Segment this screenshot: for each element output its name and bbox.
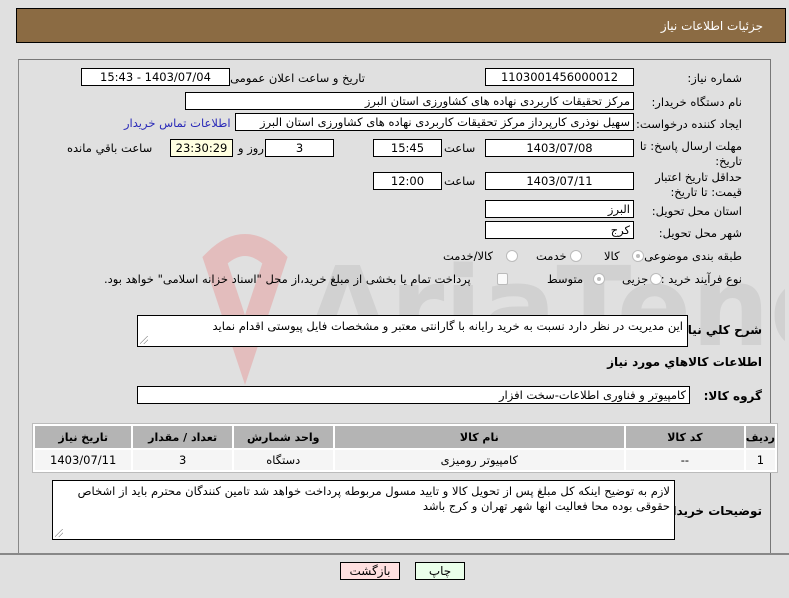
price-time-label: ساعت bbox=[444, 174, 476, 188]
col-header-unit: واحد شمارش bbox=[233, 426, 333, 448]
remaining-label: ساعت باقي مانده bbox=[67, 141, 153, 155]
table-header-row: ردیف کد کالا نام کالا واحد شمارش تعداد /… bbox=[35, 426, 775, 448]
reply-deadline-label: مهلت ارسال پاسخ: تا تاریخ: bbox=[639, 139, 742, 168]
table-row: 1 -- کامپیوتر رومیزی دستگاه 3 1403/07/11 bbox=[35, 450, 775, 470]
purchase-type-label: نوع فرآیند خرید : bbox=[660, 272, 742, 286]
reply-time-label: ساعت bbox=[444, 141, 476, 155]
cell-unit: دستگاه bbox=[233, 450, 333, 470]
goods-section-title: اطلاعات کالاهاي مورد نیاز bbox=[607, 355, 762, 369]
resize-grip-icon[interactable] bbox=[55, 529, 63, 537]
goods-group-field: کامپیوتر و فناوری اطلاعات-سخت افزار bbox=[137, 386, 690, 404]
buyer-org-field: مرکز تحقیقات کاربردی نهاده های کشاورزی ا… bbox=[185, 92, 634, 110]
col-header-date: تاریخ نیاز bbox=[35, 426, 132, 448]
cell-qty: 3 bbox=[133, 450, 232, 470]
col-header-row-num: ردیف bbox=[745, 426, 775, 448]
days-label: روز و bbox=[238, 141, 264, 155]
divider bbox=[0, 553, 789, 555]
purchase-radio-medium[interactable] bbox=[593, 273, 605, 285]
requester-field: سهیل نوذری کارپرداز مرکز تحقیقات کاربردی… bbox=[235, 113, 634, 131]
city-field: کرج bbox=[485, 221, 634, 239]
buyer-notes-label: توضیحات خریدار: bbox=[660, 504, 762, 518]
resize-grip-icon[interactable] bbox=[140, 336, 148, 344]
back-button[interactable]: بازگشت bbox=[340, 562, 400, 580]
col-header-code: کد کالا bbox=[626, 426, 744, 448]
page-title: جزئيات اطلاعات نیاز bbox=[660, 19, 763, 33]
treasury-note: پرداخت تمام یا بخشی از مبلغ خرید،از محل … bbox=[104, 272, 471, 286]
category-option-service: خدمت bbox=[536, 249, 567, 263]
buyer-notes-text: لازم به توضیح اینکه کل مبلغ پس از تحویل … bbox=[77, 484, 670, 513]
cell-name: کامپیوتر رومیزی bbox=[334, 450, 624, 470]
remaining-days: 3 bbox=[265, 139, 334, 157]
purchase-option-minor: جزیی bbox=[622, 272, 649, 286]
cell-code: -- bbox=[626, 450, 744, 470]
cell-date: 1403/07/11 bbox=[35, 450, 132, 470]
requester-label: ایجاد کننده درخواست: bbox=[636, 117, 742, 131]
buyer-org-label: نام دستگاه خریدار: bbox=[651, 95, 742, 109]
col-header-name: نام کالا bbox=[334, 426, 624, 448]
category-radio-goods[interactable] bbox=[632, 250, 644, 262]
treasury-checkbox[interactable] bbox=[497, 273, 508, 285]
category-option-goods: کالا bbox=[604, 249, 620, 263]
need-number-label: شماره نیاز: bbox=[687, 71, 742, 85]
description-text: این مدیریت در نظر دارد نسبت به خرید رایا… bbox=[212, 319, 683, 333]
page-header: جزئيات اطلاعات نیاز bbox=[16, 8, 786, 43]
purchase-option-medium: متوسط bbox=[547, 272, 584, 286]
price-validity-label: حداقل تاریخ اعتبار قیمت: تا تاریخ: bbox=[655, 170, 742, 199]
purchase-radio-minor[interactable] bbox=[650, 273, 662, 285]
category-label: طبقه بندی موضوعی: bbox=[640, 249, 742, 263]
announce-datetime-field: 1403/07/04 - 15:43 bbox=[81, 68, 230, 86]
cell-row-num: 1 bbox=[745, 450, 775, 470]
price-validity-time: 12:00 bbox=[373, 172, 442, 190]
reply-deadline-time: 15:45 bbox=[373, 139, 442, 157]
description-label: شرح کلي نیاز: bbox=[676, 323, 762, 337]
category-radio-goods-service[interactable] bbox=[506, 250, 518, 262]
price-validity-date: 1403/07/11 bbox=[485, 172, 634, 190]
reply-deadline-date: 1403/07/08 bbox=[485, 139, 634, 157]
city-label: شهر محل تحویل: bbox=[658, 226, 742, 240]
goods-group-label: گروه کالا: bbox=[703, 389, 762, 403]
announce-datetime-label: تاریخ و ساعت اعلان عمومی: bbox=[226, 71, 365, 85]
description-textarea[interactable]: این مدیریت در نظر دارد نسبت به خرید رایا… bbox=[137, 315, 688, 347]
remaining-time: 23:30:29 bbox=[170, 139, 233, 157]
need-number-field: 1103001456000012 bbox=[485, 68, 634, 86]
province-label: استان محل تحویل: bbox=[651, 204, 742, 218]
buyer-notes-textarea[interactable]: لازم به توضیح اینکه کل مبلغ پس از تحویل … bbox=[52, 480, 675, 540]
col-header-qty: تعداد / مقدار bbox=[133, 426, 232, 448]
buyer-contact-link[interactable]: اطلاعات تماس خریدار bbox=[124, 116, 231, 130]
category-option-goods-service: کالا/خدمت bbox=[443, 249, 494, 263]
category-radio-service[interactable] bbox=[570, 250, 582, 262]
print-button[interactable]: چاپ bbox=[415, 562, 465, 580]
goods-table: ردیف کد کالا نام کالا واحد شمارش تعداد /… bbox=[32, 423, 778, 473]
province-field: البرز bbox=[485, 200, 634, 218]
